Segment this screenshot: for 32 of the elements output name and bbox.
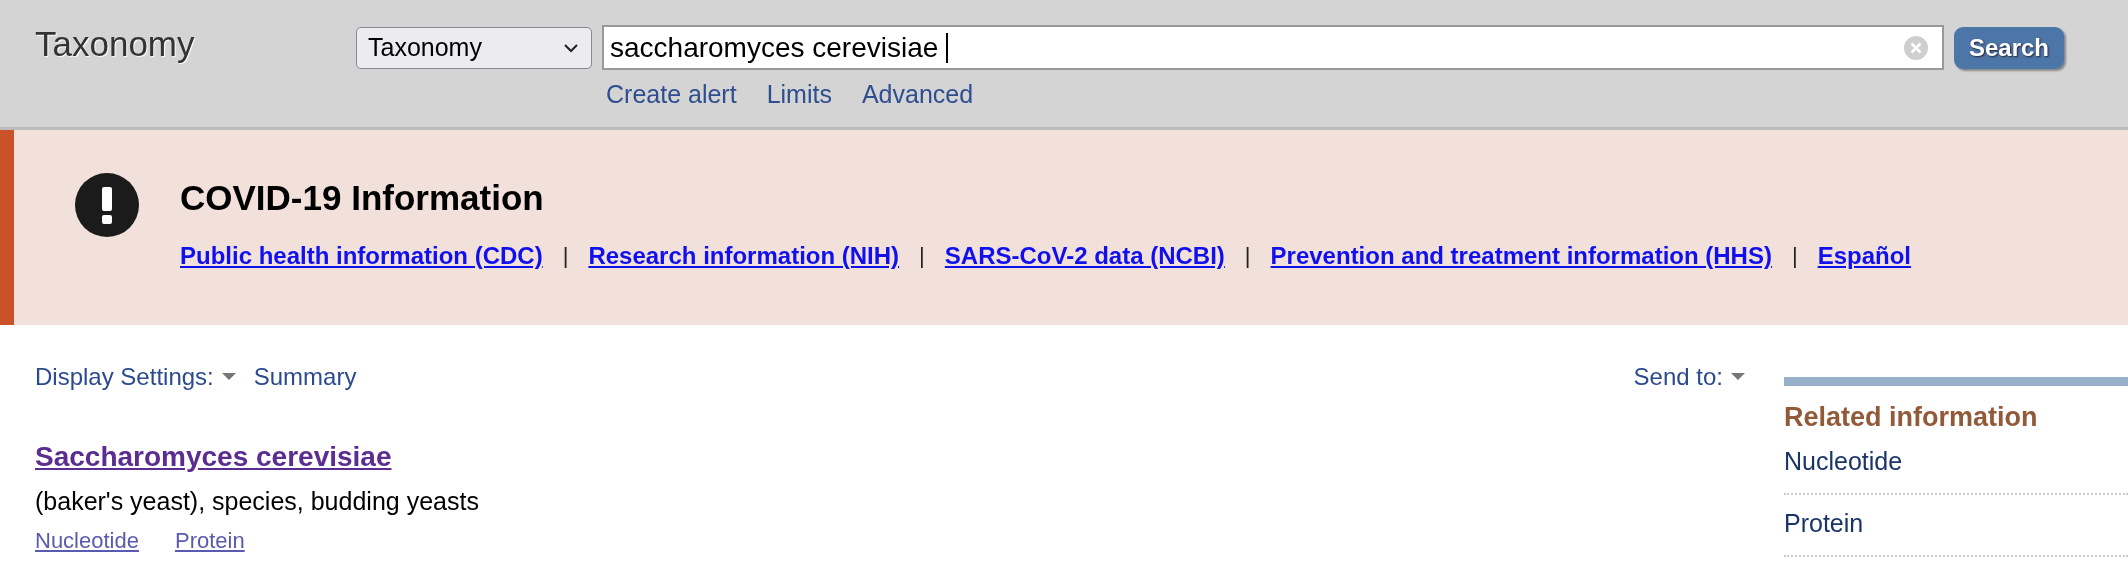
clear-icon[interactable] xyxy=(1903,34,1929,61)
banner-title: COVID-19 Information xyxy=(180,178,545,218)
info-link[interactable]: Español xyxy=(1817,242,1912,270)
database-select[interactable]: Taxonomy xyxy=(356,26,592,69)
dropdown-icon xyxy=(221,373,236,381)
related-link[interactable]: Nucleotide xyxy=(35,528,139,554)
info-link[interactable]: Public health information (CDC) xyxy=(180,242,543,270)
exclamation-icon xyxy=(74,172,140,238)
search-option-link[interactable]: Create alert xyxy=(606,80,737,109)
separator: | xyxy=(1791,243,1798,269)
search-option-link[interactable]: Advanced xyxy=(861,80,974,109)
sidebar-title: Related information xyxy=(1784,402,2039,433)
search-button[interactable]: Search xyxy=(1954,26,2064,69)
result-description: (baker's yeast), species, budding yeasts xyxy=(35,487,480,516)
format-label: Summary xyxy=(253,363,357,391)
page-title: Taxonomy xyxy=(35,24,196,65)
separator: | xyxy=(919,243,925,269)
send-to-menu[interactable]: Send to: xyxy=(1633,363,1745,391)
info-link[interactable]: Research information (NIH) xyxy=(588,242,900,270)
display-settings-menu[interactable]: Display Settings: xyxy=(35,363,236,391)
info-link[interactable]: SARS-CoV-2 data (NCBI) xyxy=(944,242,1225,270)
dropdown-icon xyxy=(1731,373,1745,381)
result-title-link[interactable]: Saccharomyces cerevisiae xyxy=(35,441,392,473)
sidebar-link[interactable]: Nucleotide xyxy=(1784,433,2128,495)
chevron-icon xyxy=(563,42,579,53)
search-option-link[interactable]: Limits xyxy=(766,80,832,109)
related-link[interactable]: Protein xyxy=(174,528,245,554)
info-link[interactable]: Prevention and treatment information (HHS) xyxy=(1270,242,1772,270)
separator: | xyxy=(562,243,569,269)
search-field[interactable]: saccharomyces cerevisiae xyxy=(602,25,1944,70)
sidebar-link[interactable]: Protein xyxy=(1784,495,2128,557)
separator: | xyxy=(1244,243,1251,269)
